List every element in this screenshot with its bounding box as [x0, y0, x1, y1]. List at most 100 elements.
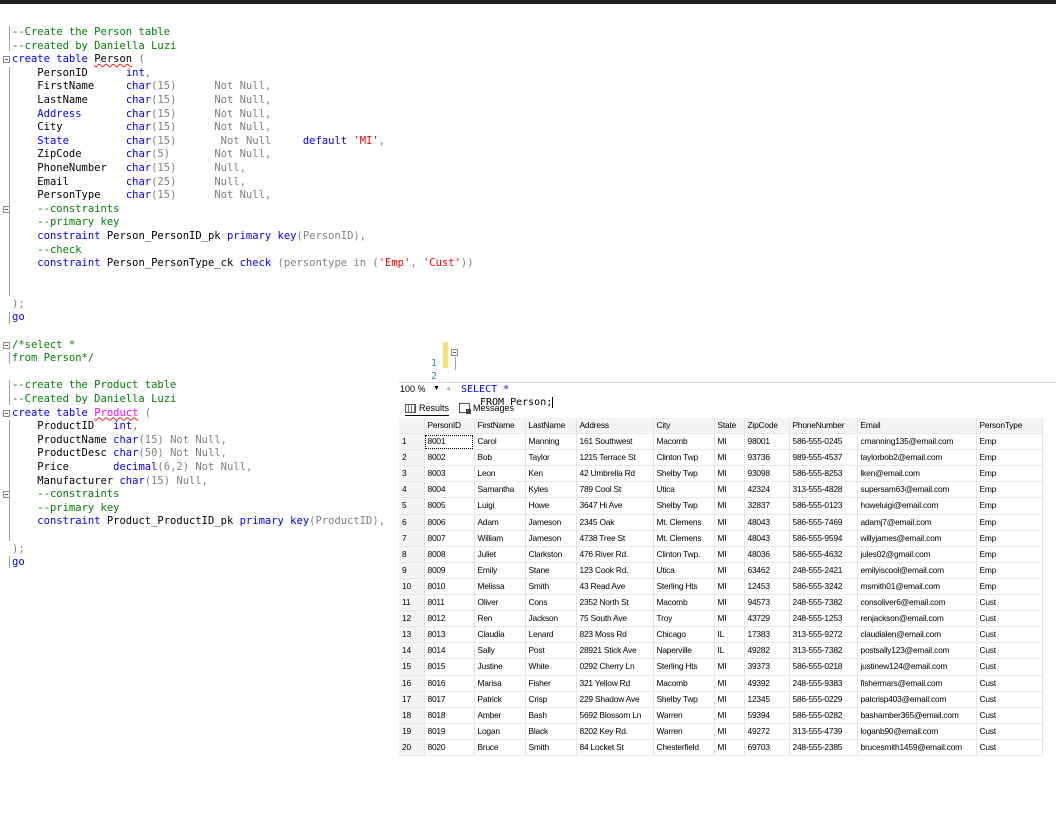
table-cell[interactable]: 3647 Hi Ave [576, 497, 654, 515]
table-cell[interactable]: Mt. Clemens [653, 514, 715, 531]
table-cell[interactable]: Sterling Hts [653, 578, 715, 596]
table-row[interactable]: 10 8010 Melissa Smith 43 Read Ave Sterling Ht… [399, 578, 1043, 596]
code-line[interactable]: PersonType char(15) Not Null, [0, 189, 395, 203]
code-line[interactable]: ProductName char(15) Not Null, [0, 434, 395, 448]
code-line[interactable]: ProductID int, [0, 420, 395, 434]
table-cell[interactable]: 313-555-9272 [789, 626, 858, 644]
table-cell[interactable]: lken@email.com [857, 465, 977, 483]
table-cell[interactable]: 248-555-2385 [789, 739, 858, 756]
table-cell[interactable]: 2352 North St [576, 594, 654, 612]
code-line[interactable]: constraint Person_PersonType_ck check (p… [0, 257, 473, 271]
table-cell[interactable]: Emp [976, 530, 1043, 547]
code-line[interactable] [0, 271, 395, 285]
table-cell[interactable]: 989-555-4537 [789, 449, 858, 467]
code-line[interactable]: --created by Daniella Luzi [0, 40, 395, 54]
code-line[interactable]: create table Person ( [0, 53, 395, 67]
row-number[interactable]: 5 [399, 497, 425, 515]
table-cell[interactable]: Warren [653, 723, 715, 740]
code-line[interactable]: --primary key [0, 216, 395, 230]
table-cell[interactable]: 8008 [424, 546, 475, 563]
table-cell[interactable]: 8014 [424, 642, 475, 660]
table-cell[interactable]: Juliet [474, 546, 526, 563]
code-line[interactable] [0, 529, 395, 543]
table-cell[interactable]: 5692 Blossom Ln [576, 707, 654, 724]
table-cell[interactable]: Smith [525, 578, 577, 596]
table-cell[interactable]: Ren [474, 610, 526, 628]
code-line[interactable]: create table Product ( [0, 407, 395, 421]
results-grid[interactable]: PersonID FirstName LastName Address City Stat… [399, 418, 1056, 756]
table-cell[interactable]: Emily [474, 562, 526, 579]
table-cell[interactable]: howeluigi@email.com [857, 497, 977, 515]
row-number[interactable]: 3 [399, 465, 425, 483]
table-cell[interactable]: 69703 [744, 739, 790, 756]
table-row[interactable]: 5 8005 Luigi Howe 3647 Hi Ave Shelby Twp MI 328… [399, 497, 1043, 515]
column-header[interactable]: PersonType [976, 418, 1043, 435]
table-cell[interactable]: MI [714, 497, 745, 515]
table-row[interactable]: 16 8016 Marisa Fisher 321 Yellow Rd Macomb MI 4… [399, 675, 1043, 692]
table-cell[interactable]: Sally [474, 642, 526, 660]
code-line[interactable]: Email char(25) Null, [0, 176, 395, 190]
table-cell[interactable]: MI [714, 658, 745, 676]
code-line[interactable]: PhoneNumber char(15) Null, [0, 162, 395, 176]
table-cell[interactable]: Emp [976, 449, 1043, 467]
table-cell[interactable]: 248-555-7382 [789, 594, 858, 612]
row-number[interactable]: 16 [399, 675, 425, 692]
table-cell[interactable]: Macomb [653, 433, 715, 451]
table-cell[interactable]: 39373 [744, 658, 790, 676]
column-header[interactable]: PersonID [424, 418, 475, 435]
code-line[interactable] [0, 366, 395, 380]
table-cell[interactable]: Emp [976, 481, 1043, 499]
table-row[interactable]: 6 8006 Adam Jameson 2345 Oak Mt. Clemens MI 480… [399, 514, 1043, 531]
table-cell[interactable]: adamj7@email.com [857, 514, 977, 531]
table-cell[interactable]: Shelby Twp [653, 497, 715, 515]
table-cell[interactable]: Marisa [474, 675, 526, 692]
table-cell[interactable]: 161 Southwest [576, 433, 654, 451]
table-cell[interactable]: 586-555-9594 [789, 530, 858, 547]
table-cell[interactable]: Smith [525, 739, 577, 756]
table-cell[interactable]: Clarkston [525, 546, 577, 563]
table-cell[interactable]: MI [714, 610, 745, 628]
table-cell[interactable]: 586-555-0123 [789, 497, 858, 515]
table-row[interactable]: 17 8017 Patrick Crisp 229 Shadow Ave Shelby T… [399, 691, 1043, 708]
table-cell[interactable]: 8006 [424, 514, 475, 531]
code-line[interactable]: FirstName char(15) Not Null, [0, 80, 395, 94]
table-cell[interactable]: 8004 [424, 481, 475, 499]
table-cell[interactable]: Macomb [653, 675, 715, 692]
table-cell[interactable]: 8016 [424, 675, 475, 692]
table-cell[interactable]: 8001 [424, 433, 475, 451]
tab-messages[interactable]: Messages [459, 401, 514, 415]
table-cell[interactable]: Cust [976, 658, 1043, 676]
table-cell[interactable]: 476 River Rd. [576, 546, 654, 563]
code-line[interactable]: LastName char(15) Not Null, [0, 94, 395, 108]
row-number[interactable]: 9 [399, 562, 425, 579]
table-cell[interactable]: 49282 [744, 642, 790, 660]
column-header[interactable]: Email [857, 418, 977, 435]
table-cell[interactable]: 8005 [424, 497, 475, 515]
table-cell[interactable]: 248-555-2421 [789, 562, 858, 579]
table-cell[interactable]: Utica [653, 481, 715, 499]
code-line[interactable]: ZipCode char(5) Not Null, [0, 148, 395, 162]
code-line[interactable]: from Person*/ [0, 352, 395, 366]
table-cell[interactable]: Cons [525, 594, 577, 612]
table-cell[interactable]: White [525, 658, 577, 676]
table-cell[interactable]: IL [714, 642, 745, 660]
table-cell[interactable]: Luigi [474, 497, 526, 515]
code-line[interactable] [0, 284, 395, 298]
table-cell[interactable]: 248-555-9383 [789, 675, 858, 692]
table-cell[interactable]: Adam [474, 514, 526, 531]
table-cell[interactable]: msmith01@email.com [857, 578, 977, 596]
table-cell[interactable]: MI [714, 546, 745, 563]
table-cell[interactable]: 586-555-0229 [789, 691, 858, 708]
table-cell[interactable]: Manning [525, 433, 577, 451]
table-cell[interactable]: brucesmith1459@email.com [857, 739, 977, 756]
code-line[interactable]: ProductDesc char(50) Not Null, [0, 447, 395, 461]
table-cell[interactable]: 1215 Terrace St [576, 449, 654, 467]
code-line[interactable]: constraint Product_ProductID_pk primary … [0, 515, 395, 529]
table-cell[interactable]: 313-555-4739 [789, 723, 858, 740]
table-cell[interactable]: 789 Cool St [576, 481, 654, 499]
table-cell[interactable]: 42324 [744, 481, 790, 499]
row-number[interactable]: 19 [399, 723, 425, 740]
table-cell[interactable]: patcrisp403@email.com [857, 691, 977, 708]
table-cell[interactable]: fishermars@email.com [857, 675, 977, 692]
table-cell[interactable]: Cust [976, 723, 1043, 740]
